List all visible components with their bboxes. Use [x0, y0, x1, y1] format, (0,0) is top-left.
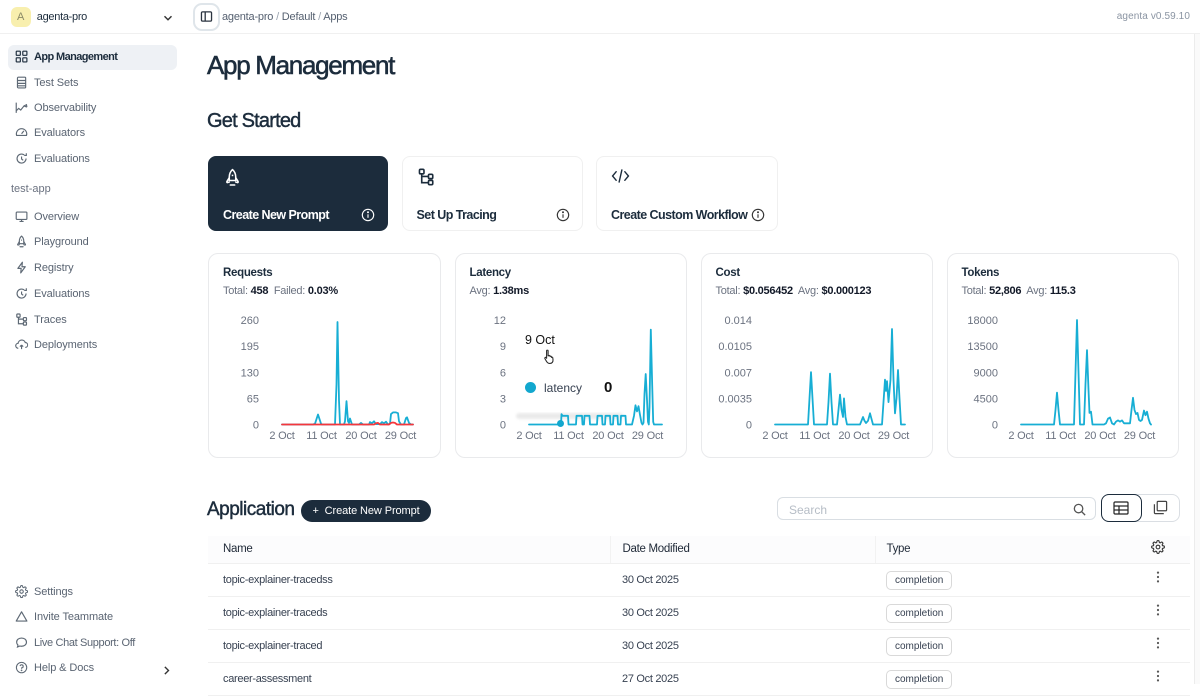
svg-text:0: 0: [991, 420, 997, 432]
svg-text:29 Oct: 29 Oct: [1123, 430, 1154, 442]
svg-text:9: 9: [499, 341, 505, 353]
svg-text:18000: 18000: [967, 315, 998, 327]
svg-text:11 Oct: 11 Oct: [553, 430, 584, 442]
svg-text:130: 130: [241, 367, 259, 379]
svg-text:4500: 4500: [973, 393, 997, 405]
svg-text:0: 0: [745, 420, 751, 432]
svg-text:20 Oct: 20 Oct: [345, 430, 376, 442]
svg-text:2 Oct: 2 Oct: [762, 430, 787, 442]
svg-text:65: 65: [247, 393, 259, 405]
svg-text:11 Oct: 11 Oct: [306, 430, 337, 442]
svg-text:2 Oct: 2 Oct: [516, 430, 541, 442]
svg-text:6: 6: [499, 367, 505, 379]
svg-text:20 Oct: 20 Oct: [838, 430, 869, 442]
svg-text:3: 3: [499, 393, 505, 405]
svg-text:29 Oct: 29 Oct: [877, 430, 908, 442]
svg-text:0: 0: [499, 420, 505, 432]
svg-text:9000: 9000: [973, 367, 997, 379]
svg-text:29 Oct: 29 Oct: [631, 430, 662, 442]
svg-text:2 Oct: 2 Oct: [269, 430, 294, 442]
svg-text:0.0105: 0.0105: [718, 341, 752, 353]
svg-text:29 Oct: 29 Oct: [385, 430, 416, 442]
svg-text:13500: 13500: [967, 341, 998, 353]
svg-text:0.0035: 0.0035: [718, 393, 752, 405]
svg-text:11 Oct: 11 Oct: [1045, 430, 1076, 442]
svg-text:20 Oct: 20 Oct: [592, 430, 623, 442]
svg-text:0.014: 0.014: [724, 315, 752, 327]
svg-text:0: 0: [253, 420, 259, 432]
svg-text:260: 260: [241, 315, 259, 327]
svg-text:20 Oct: 20 Oct: [1084, 430, 1115, 442]
svg-text:195: 195: [241, 341, 259, 353]
svg-text:12: 12: [493, 315, 505, 327]
svg-text:11 Oct: 11 Oct: [799, 430, 830, 442]
svg-text:0.007: 0.007: [724, 367, 752, 379]
svg-text:2 Oct: 2 Oct: [1008, 430, 1033, 442]
